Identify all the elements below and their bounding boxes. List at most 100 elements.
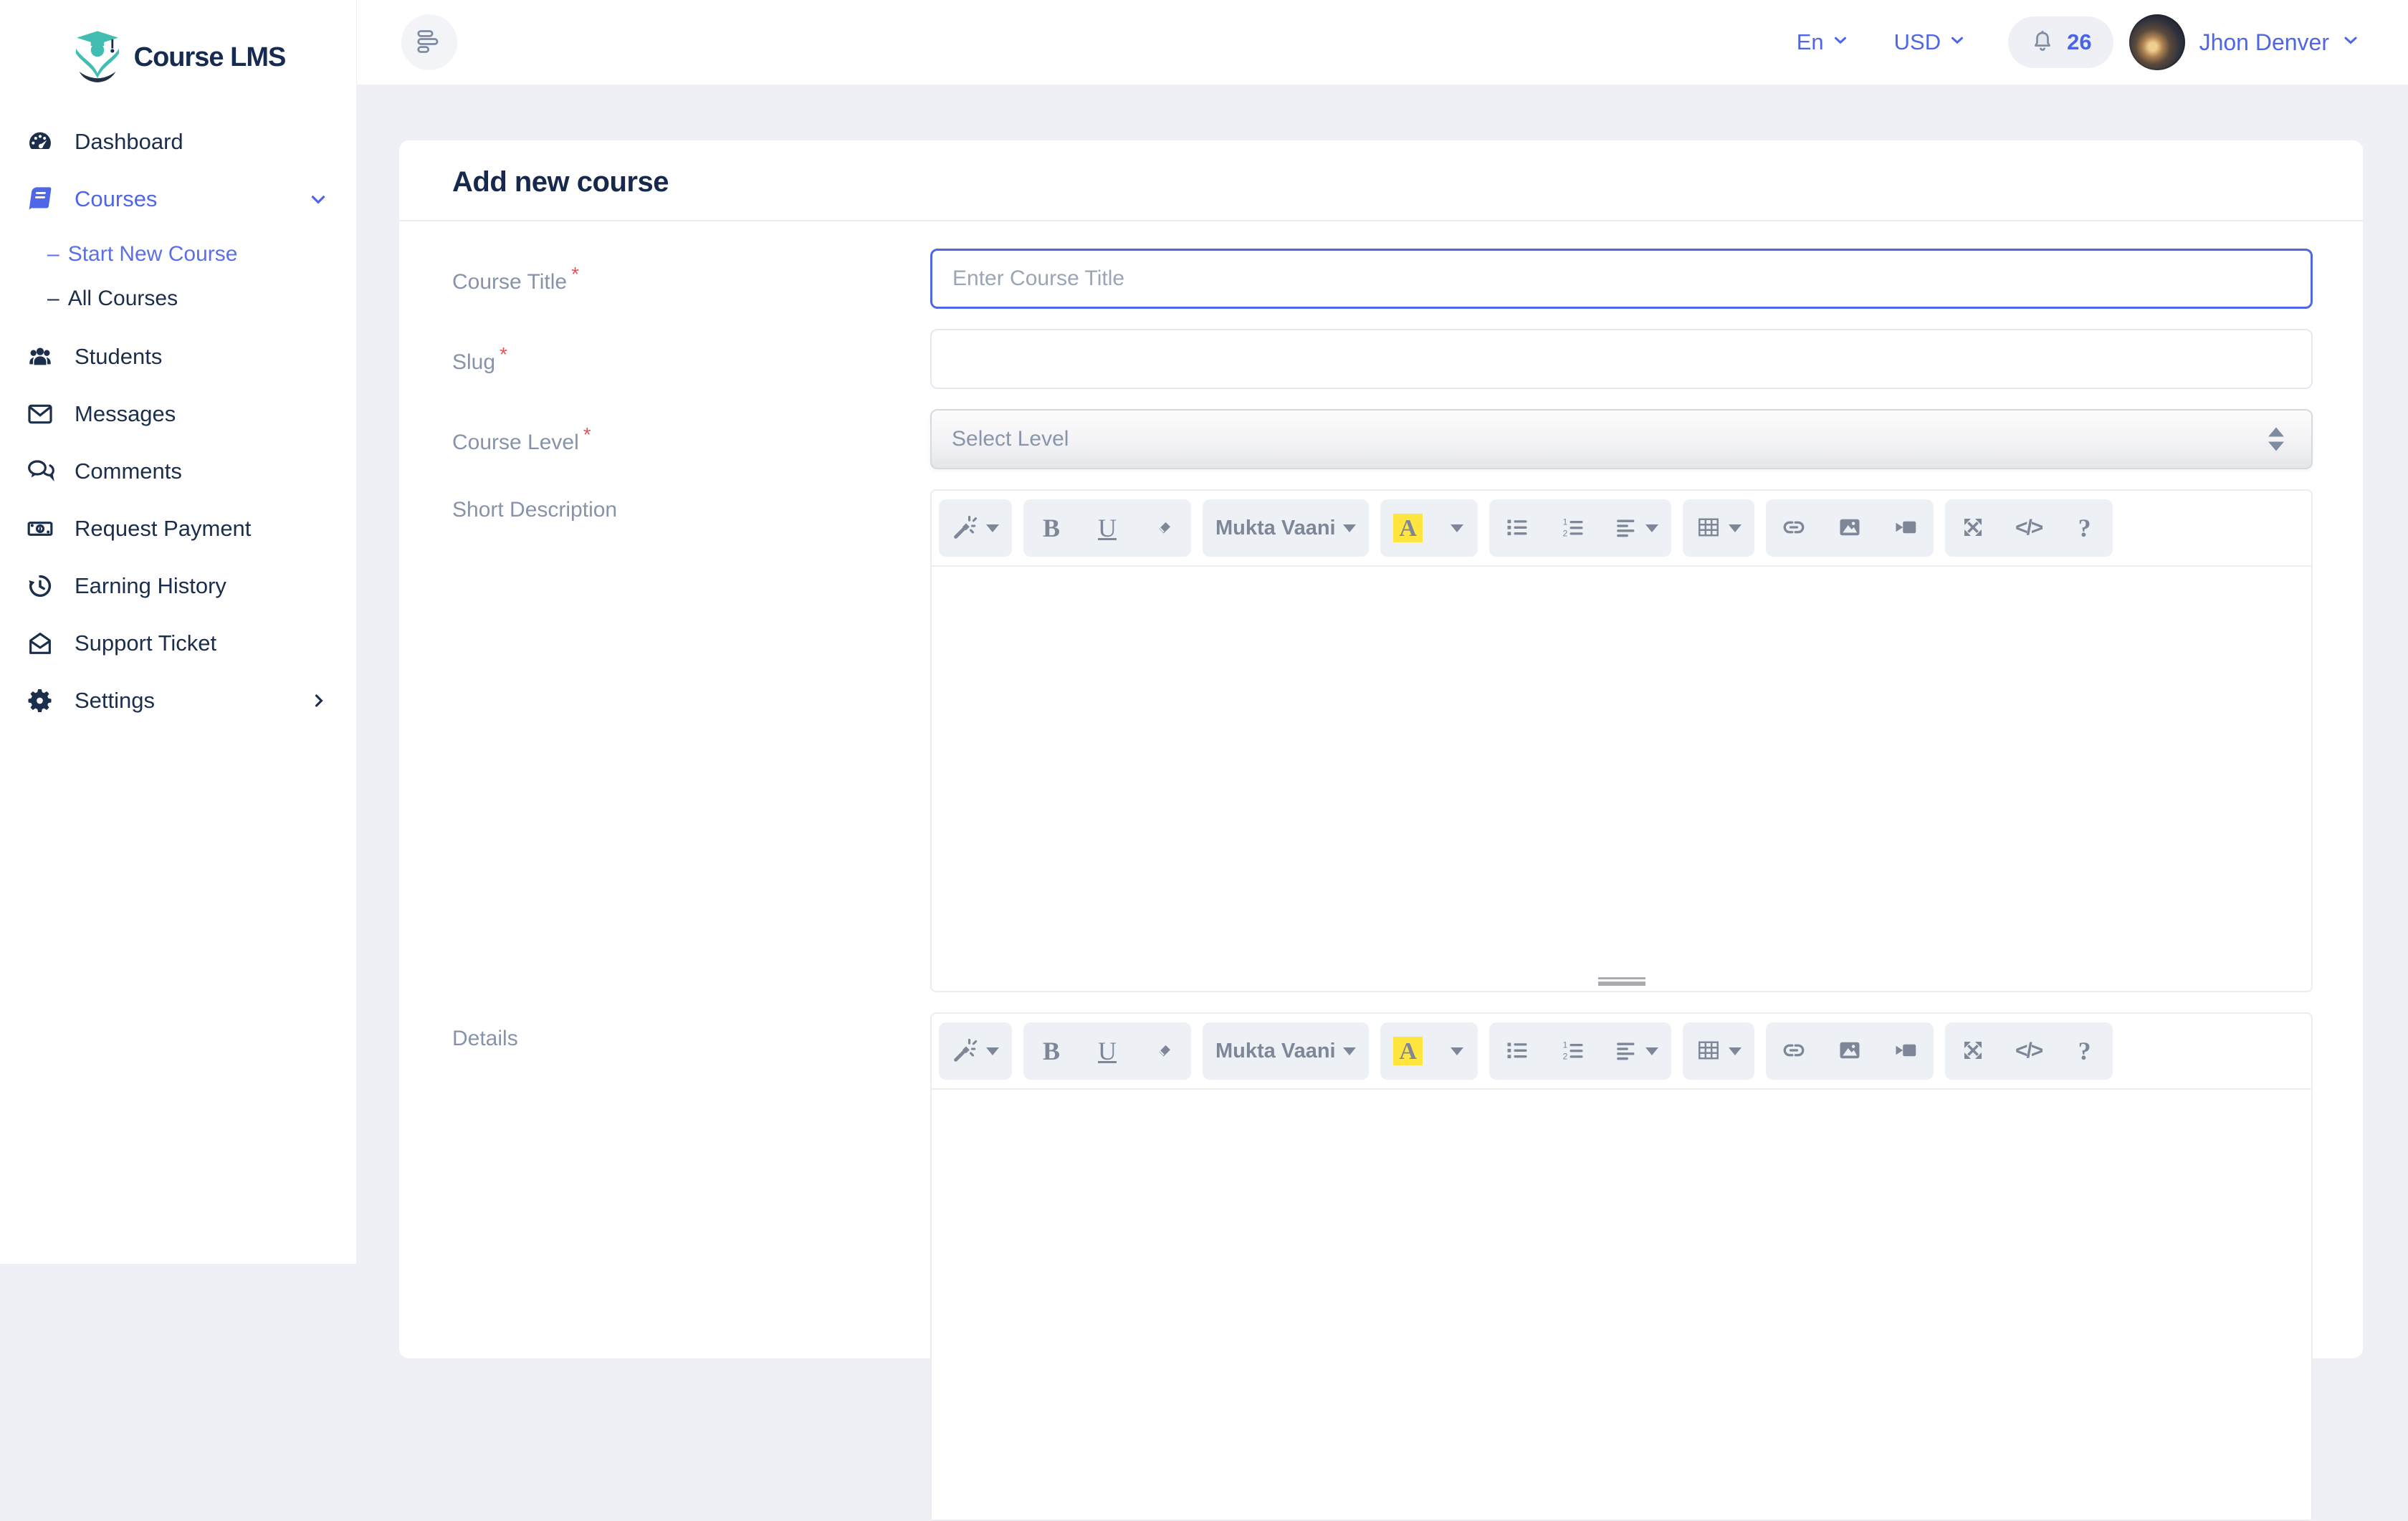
bold-button[interactable]: B (1023, 1022, 1079, 1080)
details-label: Details (452, 1012, 930, 1051)
underline-button[interactable]: U (1079, 499, 1135, 557)
editor-resize-handle[interactable] (1598, 977, 1645, 986)
text-color-button[interactable]: A (1380, 499, 1436, 557)
details-editable-area[interactable] (932, 1090, 2311, 1520)
required-asterisk: * (571, 263, 579, 285)
sidebar-item-label: Request Payment (75, 516, 251, 542)
course-level-select[interactable]: Select Level (930, 409, 2313, 469)
sidebar-item-students[interactable]: Students (0, 328, 356, 385)
dashboard-icon (24, 128, 56, 156)
caret-down-icon (1343, 1047, 1356, 1055)
svg-text:2: 2 (1562, 528, 1567, 538)
notification-count-badge: 26 (2067, 29, 2091, 55)
font-family-dropdown[interactable]: Mukta Vaani (1203, 499, 1369, 557)
course-title-input[interactable] (930, 249, 2313, 309)
table-dropdown[interactable] (1683, 1022, 1754, 1080)
image-button[interactable] (1822, 499, 1878, 557)
codeview-button[interactable]: </> (2001, 1022, 2057, 1080)
currency-label: USD (1894, 29, 1941, 55)
sidebar-item-courses[interactable]: Courses (0, 171, 356, 228)
eraser-button[interactable] (1135, 1022, 1191, 1080)
paragraph-align-dropdown[interactable] (1601, 499, 1671, 557)
underline-button[interactable]: U (1079, 1022, 1135, 1080)
caret-down-icon (1645, 1047, 1658, 1055)
support-icon (24, 629, 56, 658)
table-dropdown[interactable] (1683, 499, 1754, 557)
sidebar-item-comments[interactable]: Comments (0, 443, 356, 500)
table-icon (1696, 514, 1721, 542)
text-color-dropdown[interactable] (1436, 1022, 1478, 1080)
image-icon (1837, 514, 1863, 542)
add-course-card: Add new course Course Title* Slug* Co (399, 140, 2363, 1358)
sidebar-item-label: Courses (75, 186, 157, 212)
caret-down-icon (986, 1047, 999, 1055)
notifications-button[interactable]: 26 (2008, 16, 2113, 68)
help-icon: ? (2078, 513, 2091, 543)
text-color-button[interactable]: A (1380, 1022, 1436, 1080)
video-icon (1893, 514, 1919, 542)
user-menu[interactable]: Jhon Denver (2199, 29, 2361, 56)
svg-text:1: 1 (1562, 517, 1567, 527)
fullscreen-button[interactable] (1945, 1022, 2001, 1080)
app-logo[interactable]: Course LMS (0, 0, 356, 107)
sidebar-item-messages[interactable]: Messages (0, 385, 356, 443)
sidebar-item-earning-history[interactable]: Earning History (0, 557, 356, 615)
details-editor: B U (930, 1012, 2313, 1521)
paragraph-align-dropdown[interactable] (1601, 1022, 1671, 1080)
fullscreen-icon (1960, 514, 1986, 542)
fullscreen-icon (1960, 1037, 1986, 1065)
unordered-list-button[interactable] (1489, 499, 1545, 557)
bell-icon (2030, 28, 2055, 57)
magic-wand-icon (952, 514, 979, 543)
font-family-dropdown[interactable]: Mukta Vaani (1203, 1022, 1369, 1080)
course-title-row: Course Title* (452, 249, 2313, 309)
envelope-icon (24, 400, 56, 428)
image-icon (1837, 1037, 1863, 1065)
sidebar-item-request-payment[interactable]: Request Payment (0, 500, 356, 557)
caret-down-icon (1451, 524, 1463, 532)
help-button[interactable]: ? (2057, 499, 2113, 557)
link-button[interactable] (1766, 499, 1822, 557)
magic-style-dropdown-button[interactable] (939, 1022, 1012, 1080)
courses-submenu: – Start New Course – All Courses (0, 232, 356, 321)
user-name: Jhon Denver (2199, 29, 2329, 56)
history-icon (24, 572, 56, 600)
sidebar-item-settings[interactable]: Settings (0, 672, 356, 729)
sidebar-item-dashboard[interactable]: Dashboard (0, 113, 356, 171)
bold-button[interactable]: B (1023, 499, 1079, 557)
sidebar-item-all-courses[interactable]: – All Courses (0, 277, 356, 321)
image-button[interactable] (1822, 1022, 1878, 1080)
link-button[interactable] (1766, 1022, 1822, 1080)
sidebar-item-start-new-course[interactable]: – Start New Course (0, 232, 356, 277)
ordered-list-button[interactable]: 1 2 (1545, 1022, 1601, 1080)
short-description-editable-area[interactable] (932, 567, 2311, 972)
card-header: Add new course (399, 140, 2363, 221)
caret-down-icon (1729, 524, 1742, 532)
eraser-button[interactable] (1135, 499, 1191, 557)
help-button[interactable]: ? (2057, 1022, 2113, 1080)
magic-style-dropdown-button[interactable] (939, 499, 1012, 557)
editor-toolbar: B U (932, 1014, 2311, 1090)
language-selector[interactable]: En (1797, 29, 1850, 55)
align-left-icon (1614, 515, 1638, 542)
sidebar-item-support-ticket[interactable]: Support Ticket (0, 615, 356, 672)
help-icon: ? (2078, 1036, 2091, 1066)
sidebar-toggle-button[interactable] (401, 14, 457, 70)
codeview-button[interactable]: </> (2001, 499, 2057, 557)
fullscreen-button[interactable] (1945, 499, 2001, 557)
short-description-label: Short Description (452, 489, 930, 522)
unordered-list-icon (1504, 514, 1530, 542)
unordered-list-button[interactable] (1489, 1022, 1545, 1080)
sidebar-item-label: Settings (75, 688, 155, 714)
text-color-dropdown[interactable] (1436, 499, 1478, 557)
caret-down-icon (1343, 524, 1356, 532)
comments-icon (24, 457, 56, 486)
video-button[interactable] (1878, 1022, 1934, 1080)
sidebar: Course LMS Dashboard Co (0, 0, 357, 1264)
avatar[interactable] (2129, 14, 2185, 70)
ordered-list-button[interactable]: 1 2 (1545, 499, 1601, 557)
currency-selector[interactable]: USD (1894, 29, 1967, 55)
table-icon (1696, 1037, 1721, 1065)
slug-input[interactable] (930, 329, 2313, 389)
video-button[interactable] (1878, 499, 1934, 557)
